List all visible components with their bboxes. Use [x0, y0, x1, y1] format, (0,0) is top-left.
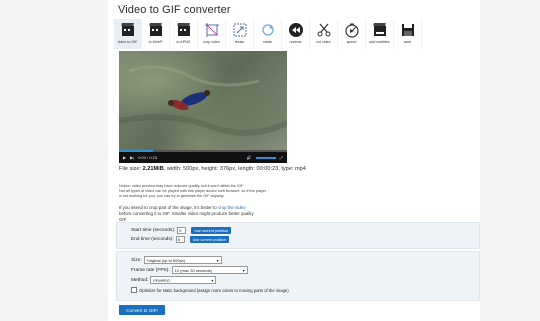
rewind-icon: [286, 21, 306, 39]
method-select[interactable]: FFMPEG ▾: [150, 276, 217, 284]
use-current-end-button[interactable]: Use current position: [189, 236, 230, 243]
tool-to-apng[interactable]: to APNG: [170, 19, 198, 49]
convert-button[interactable]: Convert to GIF!: [119, 305, 165, 315]
fullscreen-icon[interactable]: ⤢: [280, 155, 283, 160]
file-size-value: 2.21MiB: [142, 166, 164, 172]
tool-label: save: [403, 40, 412, 44]
tool-label: crop video: [203, 40, 220, 44]
tool-label: cut video: [316, 40, 331, 44]
play-icon[interactable]: ▶: [123, 155, 126, 160]
main-page: Video to GIF converter video to GIF to We…: [108, 0, 480, 321]
skydivers-image: [118, 65, 289, 136]
subtitles-icon: [370, 21, 390, 39]
volume-slider[interactable]: [255, 156, 276, 159]
fps-row: Frame rate (FPS): 10 (max 30 seconds) ▾: [131, 266, 248, 274]
skip-icon[interactable]: ▶|: [130, 155, 134, 160]
method-row: Method: FFMPEG ▾: [131, 276, 217, 284]
options-panel: Size: Original (up to 600px) ▾ Frame rat…: [116, 251, 480, 301]
tool-label: rotate: [262, 40, 273, 44]
file-size-label: File size:: [119, 166, 142, 172]
save-icon: [398, 21, 418, 39]
crop-note-text: If you intend to crop part of the image,…: [119, 205, 217, 210]
chevron-down-icon: ▾: [211, 277, 214, 283]
end-time-row: End time (seconds): 8 Use current positi…: [131, 236, 230, 243]
use-current-start-button[interactable]: Use current position: [191, 227, 232, 234]
chevron-down-icon: ▾: [216, 257, 219, 263]
film-icon: [118, 21, 138, 39]
size-row: Size: Original (up to 600px) ▾: [131, 256, 222, 264]
tool-speed[interactable]: speed: [338, 19, 366, 49]
size-label: Size:: [131, 257, 142, 263]
optimize-row: Optimize for static background (assign m…: [131, 287, 289, 293]
tool-to-webp[interactable]: to WebP: [142, 19, 170, 49]
tool-reverse[interactable]: reverse: [282, 19, 310, 49]
preview-notice: Notice: video preview may have reduced q…: [119, 184, 319, 199]
tool-label: reverse: [289, 40, 302, 44]
file-info: File size: 2.21MiB, width: 500px, height…: [119, 166, 306, 172]
size-select[interactable]: Original (up to 600px) ▾: [143, 256, 222, 264]
tool-label: speed: [346, 40, 357, 44]
player-controls: ▶ ▶| 0:00 / 0:23 🔊 ⤢: [119, 152, 287, 163]
chevron-down-icon: ▾: [242, 267, 245, 273]
speed-icon: [342, 21, 362, 39]
tool-label: add subtitles: [369, 40, 390, 44]
fps-select[interactable]: 10 (max 30 seconds) ▾: [171, 266, 248, 274]
start-time-input[interactable]: 0: [177, 227, 187, 234]
fps-label: Frame rate (FPS):: [131, 267, 170, 273]
tool-video-to-gif[interactable]: video to GIF: [114, 19, 142, 49]
video-player[interactable]: ▶ ▶| 0:00 / 0:23 🔊 ⤢: [118, 51, 289, 163]
tool-label: to APNG: [176, 40, 191, 44]
crop-note: If you intend to crop part of the image,…: [119, 205, 259, 223]
file-details: , width: 500px, height: 376px, length: 0…: [163, 166, 306, 172]
tool-cut-video[interactable]: cut video: [310, 19, 338, 49]
tool-resize[interactable]: resize: [226, 19, 254, 49]
tool-crop-video[interactable]: crop video: [198, 19, 226, 49]
tool-label: to WebP: [148, 40, 163, 44]
tool-toolbar: video to GIF to WebP to APNG crop video resi…: [114, 19, 422, 49]
optimize-checkbox[interactable]: [131, 287, 137, 293]
crop-icon: [202, 21, 222, 39]
end-time-label: End time (seconds):: [131, 237, 174, 242]
tool-label: video to GIF: [117, 40, 138, 44]
end-time-input[interactable]: 8: [175, 236, 185, 243]
method-select-value: FFMPEG: [153, 277, 171, 283]
fps-select-value: 10 (max 30 seconds): [174, 267, 213, 273]
rotate-icon: [258, 21, 278, 39]
scissors-icon: [314, 21, 334, 39]
volume-icon[interactable]: 🔊: [247, 155, 252, 160]
start-time-row: Start time (seconds): 0 Use current posi…: [131, 227, 232, 234]
time-display: 0:00 / 0:23: [138, 155, 158, 160]
film-icon: [146, 21, 166, 39]
start-time-label: Start time (seconds):: [131, 228, 176, 233]
crop-note-text-2: before converting it to GIF. Smaller vid…: [119, 211, 254, 222]
tool-label: resize: [234, 40, 245, 44]
tool-add-subtitles[interactable]: add subtitles: [366, 19, 394, 49]
crop-video-link[interactable]: crop the video: [218, 205, 246, 210]
page-title: Video to GIF converter: [118, 4, 231, 16]
film-icon: [174, 21, 194, 39]
tool-rotate[interactable]: rotate: [254, 19, 282, 49]
tool-save[interactable]: save: [394, 19, 422, 49]
size-select-value: Original (up to 600px): [146, 257, 186, 263]
resize-icon: [230, 21, 250, 39]
time-panel: Start time (seconds): 0 Use current posi…: [116, 222, 480, 249]
video-frame[interactable]: [118, 51, 289, 152]
method-label: Method:: [131, 277, 149, 283]
notice-line: is not working for you, you can try to g…: [119, 194, 225, 198]
optimize-label: Optimize for static background (assign m…: [139, 287, 289, 293]
